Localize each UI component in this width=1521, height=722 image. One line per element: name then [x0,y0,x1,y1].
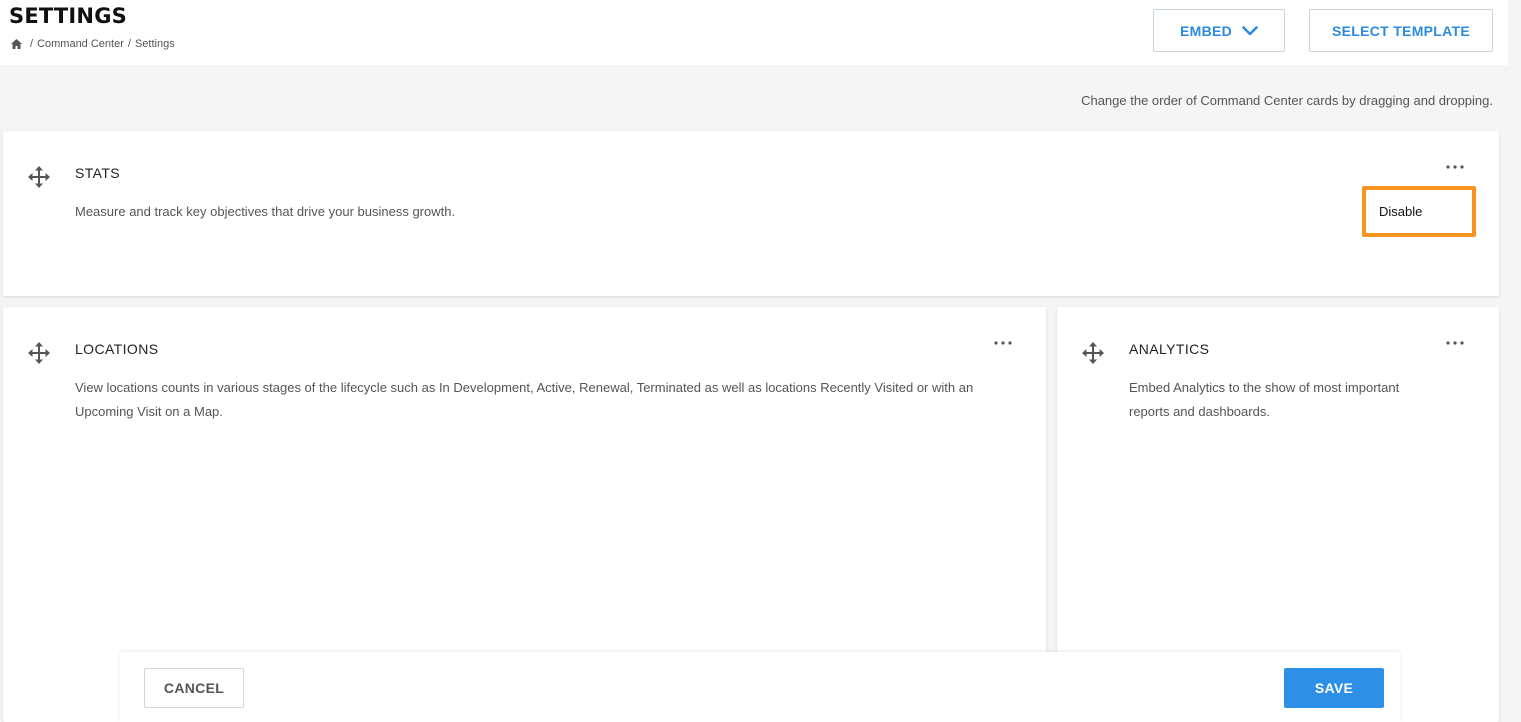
card-description: Measure and track key objectives that dr… [75,204,456,219]
more-options-icon[interactable] [1443,159,1467,175]
disable-label: Disable [1379,204,1423,219]
more-options-icon[interactable] [1443,335,1467,351]
action-bar: CANCEL SAVE [120,652,1400,722]
card-title: LOCATIONS [75,341,159,357]
card-description: Embed Analytics to the show of most impo… [1129,380,1400,419]
card-title: ANALYTICS [1129,341,1210,357]
move-icon[interactable] [28,166,50,188]
breadcrumb-item-settings: Settings [134,38,175,50]
stats-card[interactable]: STATS Measure and track key objectives t… [3,131,1499,296]
chevron-down-icon [1242,25,1258,35]
move-icon[interactable] [1082,342,1104,364]
move-icon[interactable] [28,342,50,364]
more-options-icon[interactable] [991,335,1015,351]
save-button[interactable]: SAVE [1284,668,1384,708]
breadcrumb: / Command Center / Settings [11,38,175,50]
breadcrumb-separator: / [127,38,131,50]
embed-button[interactable]: EMBED [1153,9,1285,52]
card-description: View locations counts in various stages … [75,380,974,419]
save-label: SAVE [1314,680,1354,696]
home-icon[interactable] [11,39,22,49]
disable-menu-item[interactable]: Disable [1362,186,1476,237]
cancel-button[interactable]: CANCEL [144,668,244,708]
reorder-hint: Change the order of Command Center cards… [1081,93,1493,108]
embed-button-label: EMBED [1179,22,1233,39]
select-template-label: SELECT TEMPLATE [1331,22,1471,39]
breadcrumb-item-command-center[interactable]: Command Center [37,38,124,50]
card-title: STATS [75,165,121,181]
select-template-button[interactable]: SELECT TEMPLATE [1309,9,1493,52]
page-title: SETTINGS [9,4,127,28]
top-bar: SETTINGS / Command Center / Settings EMB… [0,0,1508,65]
cancel-label: CANCEL [163,680,225,696]
breadcrumb-separator: / [30,38,34,50]
